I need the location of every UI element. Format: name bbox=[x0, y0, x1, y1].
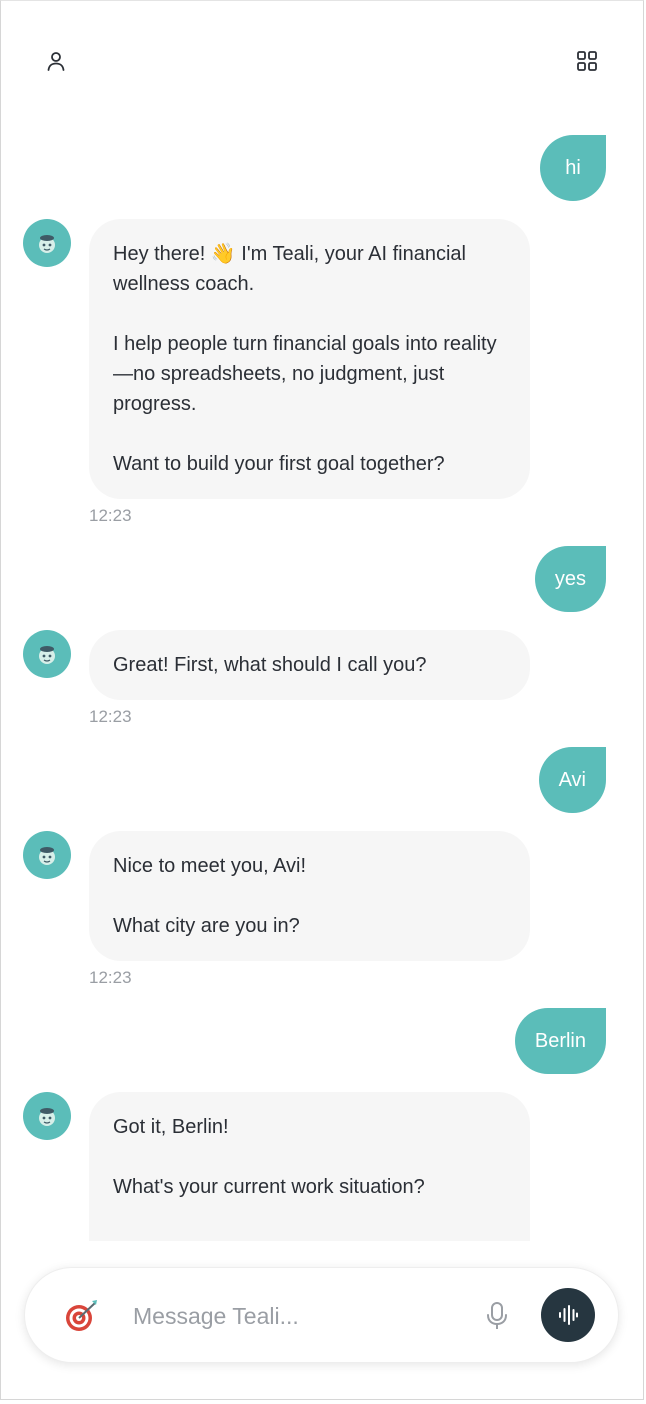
bot-message: Got it, Berlin! What's your current work… bbox=[89, 1092, 530, 1241]
bot-message-line: Hey there! 👋 I'm Teali, your AI financia… bbox=[113, 243, 466, 295]
robot-avatar-icon bbox=[39, 235, 55, 253]
user-message-text: Avi bbox=[558, 768, 586, 791]
message-input[interactable] bbox=[133, 1296, 463, 1336]
top-bar bbox=[1, 1, 643, 111]
message-timestamp: 12:23 bbox=[89, 506, 132, 525]
bot-message-line: What city are you in? bbox=[113, 915, 300, 937]
user-message: hi bbox=[540, 135, 606, 201]
bot-avatar bbox=[23, 630, 71, 678]
robot-avatar-icon bbox=[39, 847, 55, 865]
message-composer bbox=[24, 1267, 619, 1363]
bot-message-line: Great! First, what should I call you? bbox=[113, 654, 427, 676]
voice-mode-button[interactable] bbox=[541, 1288, 595, 1342]
bot-message-line: Nice to meet you, Avi! bbox=[113, 855, 307, 877]
microphone-button[interactable] bbox=[477, 1296, 517, 1336]
user-message-text: Berlin bbox=[534, 1029, 586, 1052]
bot-message-line: Got it, Berlin! bbox=[113, 1116, 229, 1138]
user-message: Berlin bbox=[514, 1008, 606, 1074]
bot-avatar bbox=[23, 219, 71, 267]
waveform-icon bbox=[559, 1305, 578, 1325]
robot-avatar-icon bbox=[39, 646, 55, 664]
microphone-icon bbox=[487, 1302, 507, 1329]
user-message: yes bbox=[534, 546, 606, 612]
user-message: Avi bbox=[538, 747, 606, 813]
message-timestamp: 12:23 bbox=[89, 707, 132, 726]
profile-button[interactable] bbox=[36, 41, 76, 81]
goal-button[interactable] bbox=[59, 1294, 103, 1338]
user-message-text: hi bbox=[565, 156, 581, 179]
menu-grid-button[interactable] bbox=[567, 41, 607, 81]
bot-message-line: Want to build your first goal together? bbox=[113, 453, 445, 475]
target-icon bbox=[66, 1300, 97, 1331]
user-message-text: yes bbox=[554, 567, 586, 590]
bot-message-line: What's your current work situation? bbox=[113, 1176, 425, 1198]
bot-message: Nice to meet you, Avi! What city are you… bbox=[89, 831, 530, 961]
message-timestamp: 12:23 bbox=[89, 968, 132, 987]
bot-message: Hey there! 👋 I'm Teali, your AI financia… bbox=[89, 219, 530, 499]
robot-avatar-icon bbox=[39, 1108, 55, 1126]
app-window: hi Hey there! 👋 I'm Teali, your AI finan… bbox=[0, 0, 644, 1400]
bot-avatar bbox=[23, 831, 71, 879]
grid-icon bbox=[577, 51, 597, 71]
bot-message-line: I help people turn financial goals into … bbox=[113, 333, 497, 415]
user-icon bbox=[47, 52, 65, 71]
message-list[interactable]: hi Hey there! 👋 I'm Teali, your AI finan… bbox=[1, 1, 643, 1241]
bot-avatar bbox=[23, 1092, 71, 1140]
bot-message: Great! First, what should I call you? bbox=[89, 630, 530, 700]
